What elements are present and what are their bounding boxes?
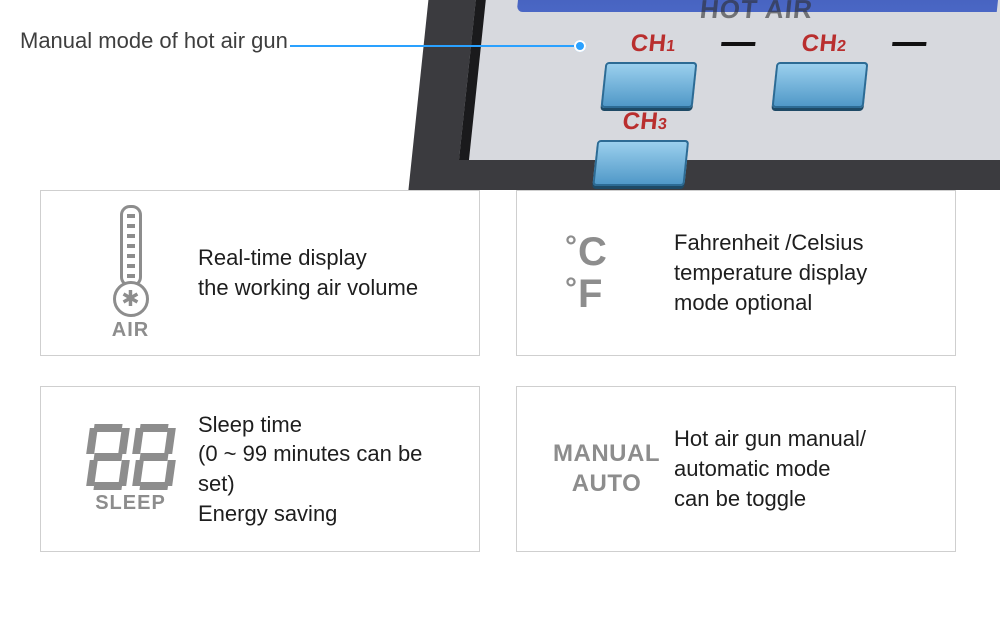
air-volume-icon bbox=[113, 205, 149, 317]
card-air: AIR Real-time display the working air vo… bbox=[40, 190, 480, 356]
callout: Manual mode of hot air gun bbox=[20, 28, 288, 54]
leader-line-icon bbox=[290, 45, 578, 47]
celsius-fahrenheit-icon: °C °F bbox=[539, 231, 674, 315]
manual-auto-icon: MANUAL AUTO bbox=[553, 439, 660, 499]
feature-grid: AIR Real-time display the working air vo… bbox=[40, 190, 960, 552]
channel-3-button[interactable] bbox=[592, 140, 689, 186]
leader-dot-icon bbox=[574, 40, 586, 52]
channel-1: CH1 bbox=[583, 30, 719, 108]
card-temp-unit: °C °F Fahrenheit /Celsius temperature di… bbox=[516, 190, 956, 356]
channel-2-button[interactable] bbox=[771, 62, 868, 108]
lcd-text: HOT AIR bbox=[698, 0, 961, 25]
card-sleep-text: Sleep time (0 ~ 99 minutes can be set) E… bbox=[198, 410, 457, 529]
divider-icon bbox=[722, 42, 756, 46]
callout-text: Manual mode of hot air gun bbox=[20, 28, 288, 53]
card-mode-text: Hot air gun manual/ automatic mode can b… bbox=[674, 424, 933, 513]
card-mode: MANUAL AUTO Hot air gun manual/ automati… bbox=[516, 386, 956, 552]
channel-2: CH2 bbox=[753, 30, 889, 108]
card-air-text: Real-time display the working air volume bbox=[198, 243, 457, 302]
air-caption: AIR bbox=[112, 319, 149, 342]
channel-row: CH1 CH2 CH3 bbox=[579, 30, 1000, 140]
channel-3-label: CH3 bbox=[621, 108, 669, 135]
channel-3: CH3 bbox=[574, 108, 710, 186]
sleep-timer-icon bbox=[88, 424, 174, 490]
channel-1-label: CH1 bbox=[629, 30, 677, 57]
card-sleep: SLEEP Sleep time (0 ~ 99 minutes can be … bbox=[40, 386, 480, 552]
product-photo: HOT AIR CH1 CH2 CH3 bbox=[0, 0, 1000, 155]
channel-2-label: CH2 bbox=[800, 30, 848, 57]
card-temp-unit-text: Fahrenheit /Celsius temperature display … bbox=[674, 228, 933, 317]
divider-icon bbox=[892, 42, 926, 46]
channel-1-button[interactable] bbox=[601, 62, 698, 108]
sleep-caption: SLEEP bbox=[95, 492, 166, 515]
